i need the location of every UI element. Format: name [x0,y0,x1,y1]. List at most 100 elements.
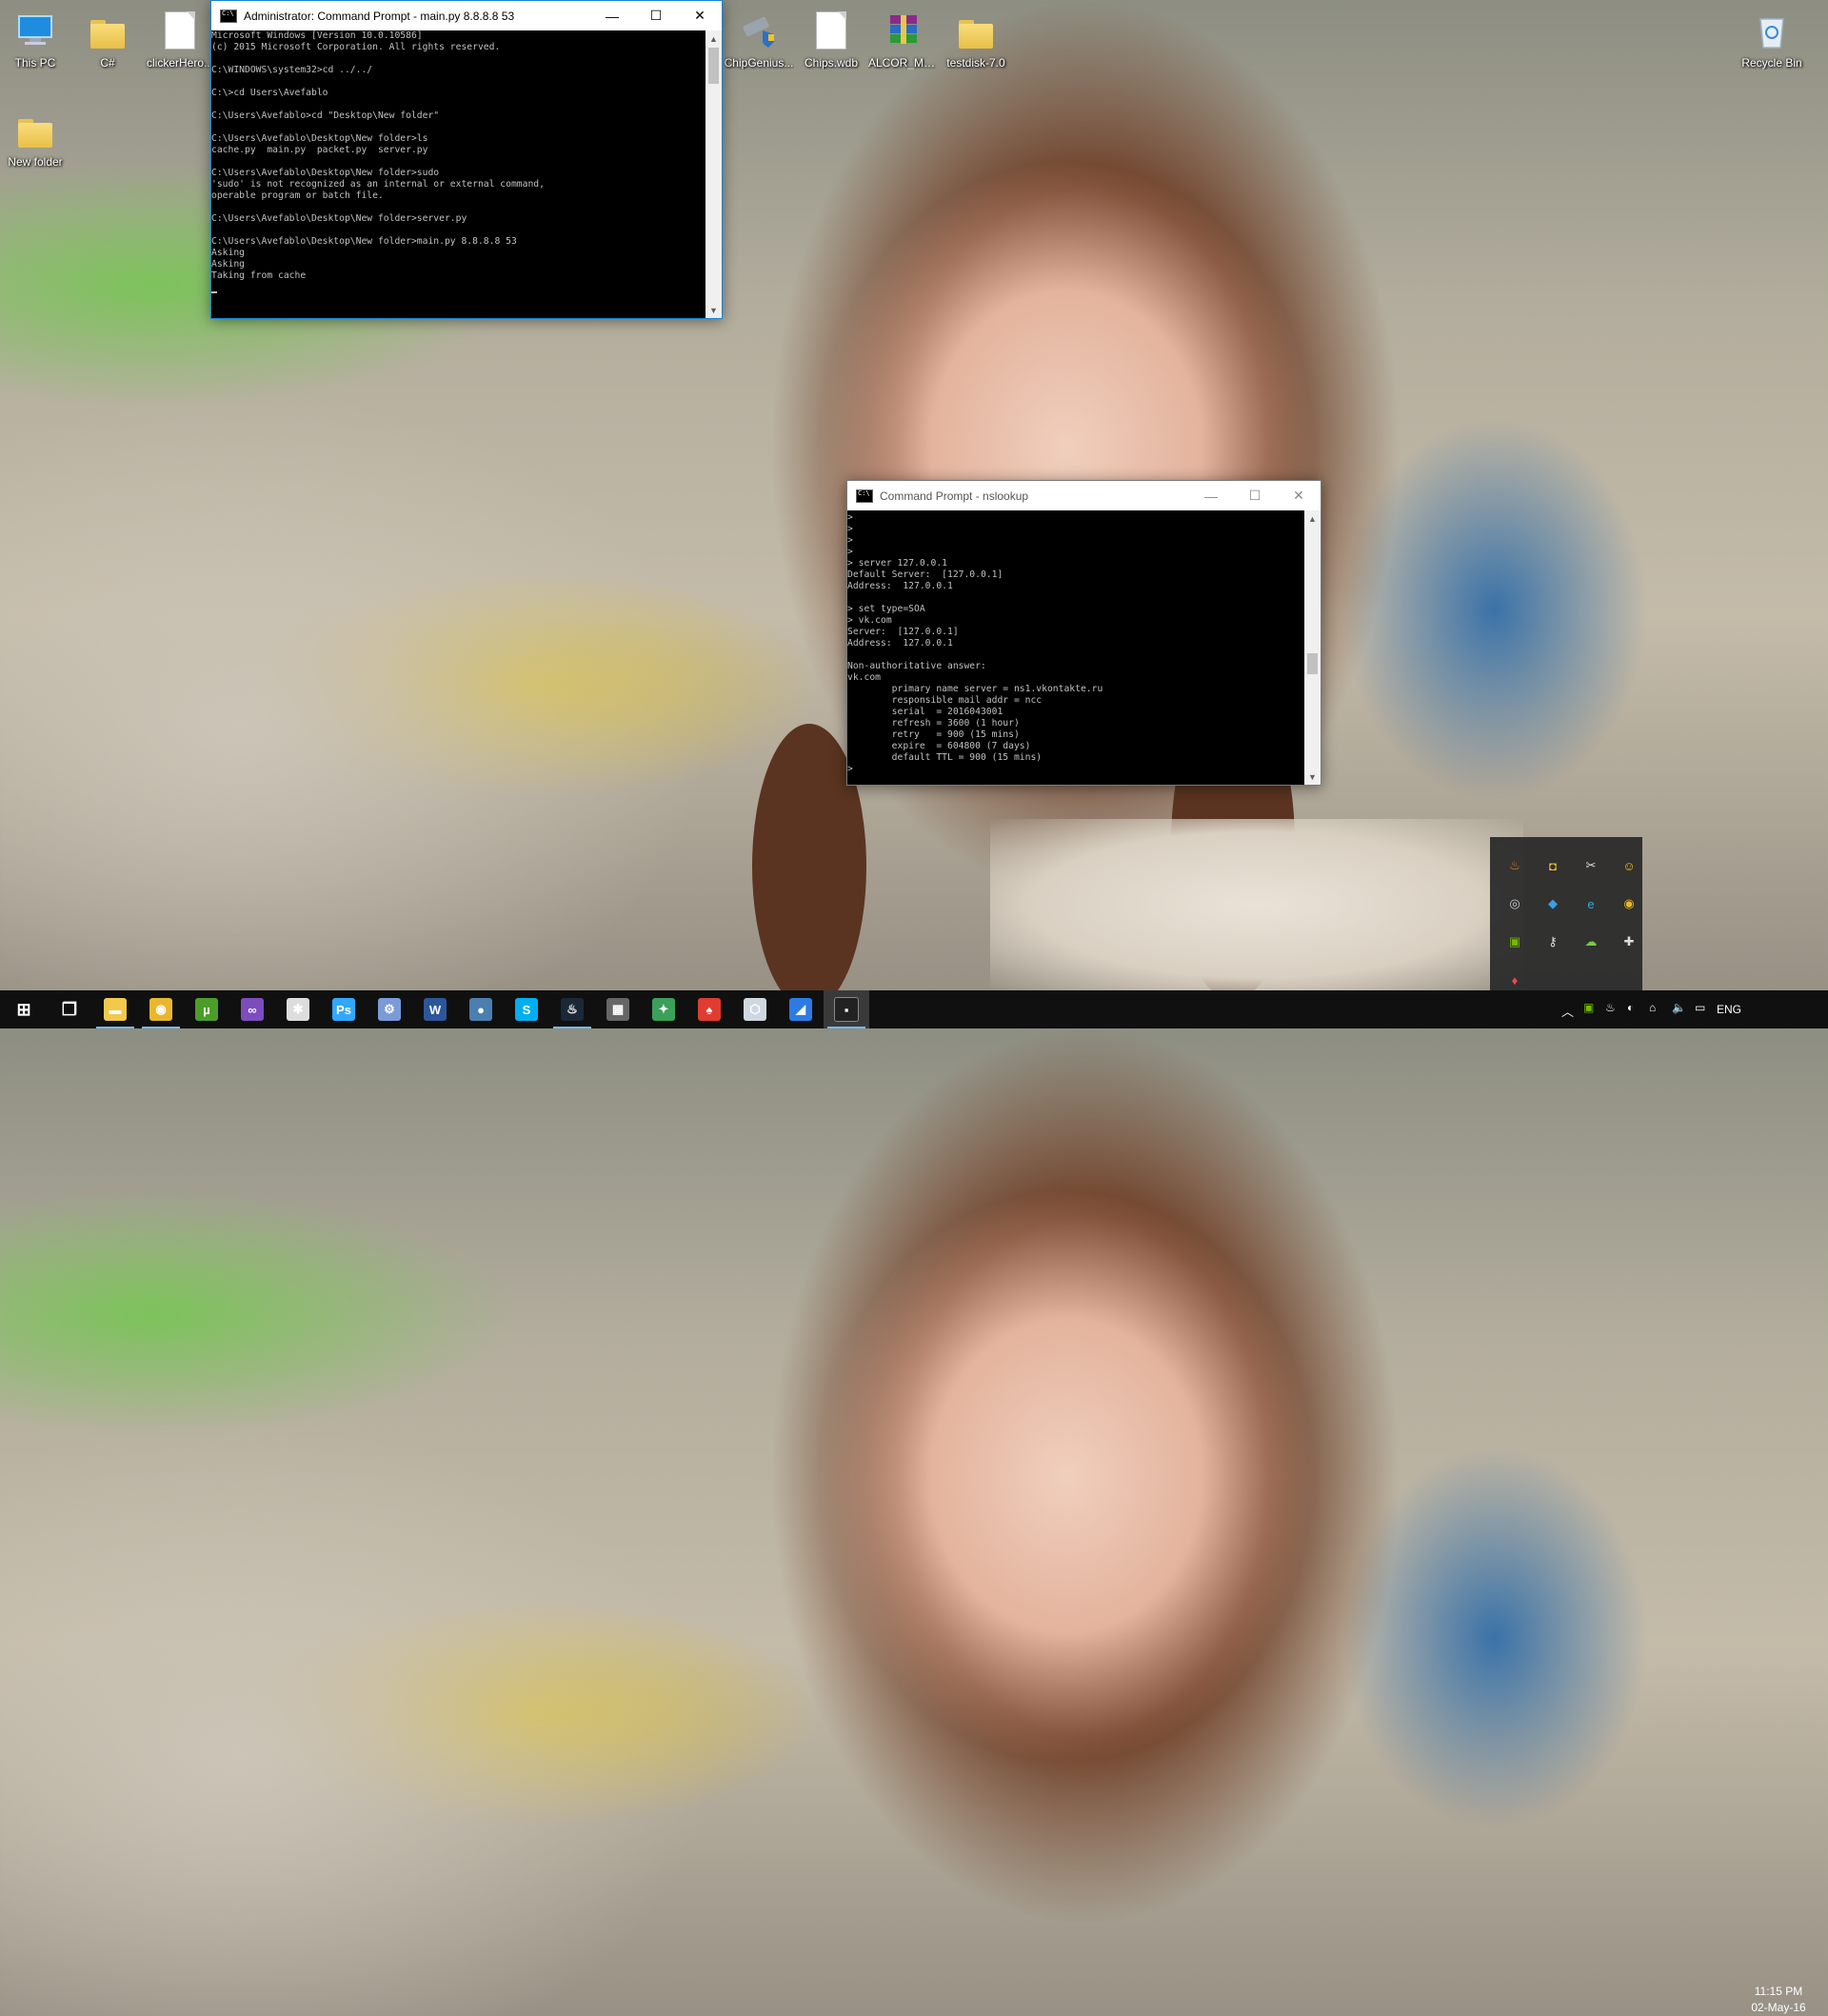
start-button[interactable]: ⊞ [1,990,47,1028]
cmd-window-admin-titlebar[interactable]: Administrator: Command Prompt - main.py … [211,1,722,30]
console-line: C:\Users\Avefablo\Desktop\New folder>mai… [211,236,517,247]
cmd-window-admin[interactable]: Administrator: Command Prompt - main.py … [210,0,723,319]
desktop-icon-csharp-folder[interactable]: C# [72,8,143,70]
folder-icon [953,8,999,53]
desktop-icon-new-folder[interactable]: New folder [0,107,70,169]
desktop-icon-chips-wdb[interactable]: Chips.wdb [796,8,866,70]
desktop-icon-alcor-mp[interactable]: ALCOR_MP... [868,8,939,70]
clock[interactable]: 11:15 PM 02-May-16 [1742,1984,1815,2016]
console-line: C:\WINDOWS\system32>cd ../../ [211,65,373,75]
search-app-icon[interactable]: ◎ [1505,894,1524,913]
desktop-icon-this-pc[interactable]: This PC [0,8,70,70]
console-line: retry = 900 (15 mins) [847,729,1020,740]
taskbar-chrome-icon[interactable]: ◉ [138,990,184,1028]
java-update-icon[interactable]: ♨ [1505,856,1524,875]
taskbar-network-tool-icon[interactable]: ⚙ [367,990,412,1028]
skype-icon: S [515,998,538,1021]
vertical-scrollbar[interactable]: ▲ ▼ [705,30,722,318]
scroll-down-icon[interactable]: ▼ [1304,768,1321,785]
tray-message-icon[interactable]: ▭ [1695,1001,1705,1014]
taskbar-task-view-icon[interactable]: ❐ [47,990,92,1028]
vertical-scrollbar[interactable]: ▲ ▼ [1304,510,1321,785]
console-output[interactable]: > > > > > server 127.0.0.1 Default Server: [1… [847,510,1304,785]
maximize-button[interactable]: ☐ [634,1,678,30]
taskbar-file-explorer-icon[interactable]: ▬ [92,990,138,1028]
taskbar-photoshop-icon[interactable]: Ps [321,990,367,1028]
e-app-icon[interactable]: e [1581,894,1600,913]
console-line: default TTL = 900 (15 mins) [847,752,1043,763]
emoji-app-icon[interactable]: ☺ [1619,856,1639,875]
desktop-icon-clickerheroes[interactable]: clickerHero... [145,8,215,70]
snipping-tool-icon[interactable]: ✂ [1581,856,1600,875]
blue-app-icon: ◢ [789,998,812,1021]
scroll-down-icon[interactable]: ▼ [705,302,722,318]
windows-logo-icon: ⊞ [16,999,31,1019]
console-line: Non-authoritative answer: [847,661,986,671]
network-monitor-icon[interactable]: ◆ [1543,894,1562,913]
maximize-button[interactable]: ☐ [1233,481,1277,510]
taskbar-word-icon[interactable]: W [412,990,458,1028]
chrome-icon[interactable]: ◉ [1619,894,1639,913]
usb-tool-icon[interactable]: ⚷ [1543,932,1562,951]
command-prompt-icon [856,489,873,503]
console-line: C:\Users\Avefablo\Desktop\New folder>ser… [211,213,467,224]
console-line: Asking [211,259,245,269]
tray-steam-icon[interactable]: ♨ [1605,1001,1616,1014]
show-hidden-icons-button[interactable]: ︿ [1561,1002,1574,1020]
close-button[interactable]: ✕ [1277,481,1321,510]
nvidia-icon[interactable]: ▣ [1505,932,1524,951]
text-cursor [211,291,217,293]
cloud-sync-icon[interactable]: ☁ [1581,932,1600,951]
recycle-bin-icon [1749,8,1795,53]
lock-app-icon[interactable]: ◘ [1543,856,1562,875]
taskbar-steam-icon[interactable]: ♨ [549,990,595,1028]
taskbar-app-icon-circle[interactable]: ● [458,990,504,1028]
console-line: Taking from cache [211,270,307,281]
tray-volume-icon[interactable]: 🔈 [1672,1001,1686,1014]
gamepad-app-icon: ✦ [652,998,675,1021]
console-line: Address: 127.0.0.1 [847,581,953,591]
desktop-icon-chipgenius[interactable]: ChipGenius... [724,8,794,70]
taskbar-app-icon-spider[interactable]: ✱ [275,990,321,1028]
close-button[interactable]: ✕ [678,1,722,30]
taskbar-command-prompt-icon[interactable]: ▪ [824,990,869,1028]
gamepad-icon[interactable]: ✚ [1619,932,1639,951]
taskbar-visual-studio-icon[interactable]: ∞ [229,990,275,1028]
console-line: Address: 127.0.0.1 [847,638,953,649]
taskbar-blue-app-icon[interactable]: ◢ [778,990,824,1028]
tray-nvidia-icon[interactable]: ▣ [1583,1001,1594,1014]
console-line: refresh = 3600 (1 hour) [847,718,1020,729]
taskbar-skype-icon[interactable]: S [504,990,549,1028]
taskbar-gamepad-app-icon[interactable]: ✦ [641,990,686,1028]
console-line: vk.com [847,672,881,683]
console-line: expire = 604800 (7 days) [847,741,1031,751]
scroll-up-icon[interactable]: ▲ [705,30,722,47]
minimize-button[interactable]: — [1189,481,1233,510]
language-indicator[interactable]: ENG [1717,1003,1741,1016]
taskbar-red-app-icon[interactable]: ♠ [686,990,732,1028]
tray-app-icon[interactable]: ◐ [1627,1001,1634,1014]
console-line: > vk.com [847,615,892,626]
desktop-icon-testdisk[interactable]: testdisk-7.0 [941,8,1011,70]
hardware-tool-icon[interactable]: ♦ [1505,970,1524,989]
console-line: (c) 2015 Microsoft Corporation. All righ… [211,42,501,52]
cmd-window-nslookup-titlebar[interactable]: Command Prompt - nslookup — ☐ ✕ [847,481,1321,510]
scrollbar-thumb[interactable] [708,48,719,84]
visual-studio-icon: ∞ [241,998,264,1021]
desktop-icon-recycle-bin[interactable]: Recycle Bin [1737,8,1807,70]
scroll-up-icon[interactable]: ▲ [1304,510,1321,527]
taskbar-utorrent-icon[interactable]: µ [184,990,229,1028]
taskbar-cube-app-icon[interactable]: ⬡ [732,990,778,1028]
taskbar-media-app-icon[interactable]: ▦ [595,990,641,1028]
scrollbar-thumb[interactable] [1307,653,1318,674]
tray-network-icon[interactable]: ⌂ [1649,1001,1656,1014]
console-output[interactable]: Microsoft Windows [Version 10.0.10586] (c… [211,30,705,318]
console-line: C:\Users\Avefablo>cd "Desktop\New folder… [211,110,440,121]
minimize-button[interactable]: — [590,1,634,30]
cmd-window-nslookup[interactable]: Command Prompt - nslookup — ☐ ✕ >>>>> se… [846,480,1321,786]
windows-logo-icon: ● [469,998,492,1021]
